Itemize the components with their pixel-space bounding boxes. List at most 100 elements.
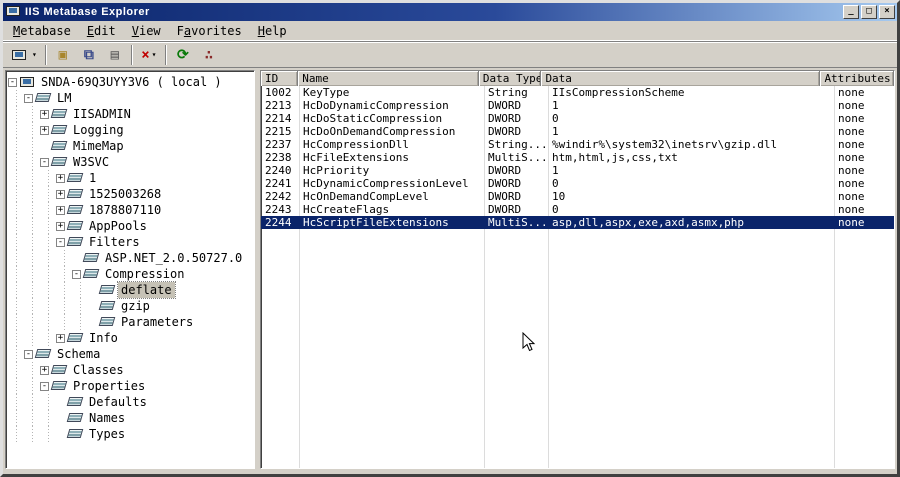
minimize-button[interactable]: _ (843, 5, 859, 19)
tree-indent (24, 250, 40, 266)
cell: 2213 (265, 99, 292, 112)
expand-toggle[interactable]: - (72, 269, 81, 279)
table-row[interactable]: 2241 HcDynamicCompressionLevel DWORD 0 none (261, 177, 894, 190)
table-row[interactable]: 2213 HcDoDynamicCompression DWORD 1 none (261, 99, 894, 112)
table-row[interactable]: 2237 HcCompressionDll String... %windir%\sy… (261, 138, 894, 151)
properties-list-panel: ID Name Data Type Data Attributes 1002 KeyTyp… (260, 70, 895, 469)
close-button[interactable]: × (879, 5, 895, 19)
tree-item[interactable]: + Classes (8, 362, 254, 378)
paste-key-button[interactable]: ▤ (103, 44, 127, 66)
tree-item[interactable]: MimeMap (8, 138, 254, 154)
tree-item[interactable]: - Compression (8, 266, 254, 282)
expand-toggle[interactable]: + (40, 125, 49, 135)
tree-indent (8, 202, 24, 218)
table-row[interactable]: 2214 HcDoStaticCompression DWORD 0 none (261, 112, 894, 125)
cell: HcDoDynamicCompression (303, 99, 449, 112)
tree-item[interactable]: +1525003268 (8, 186, 254, 202)
tree-indent (40, 314, 56, 330)
column-header-name[interactable]: Name (298, 71, 479, 86)
tree-indent (56, 266, 72, 282)
column-header-attributes[interactable]: Attributes (820, 71, 894, 86)
cell: String... (488, 138, 548, 151)
cell: MultiS... (488, 216, 548, 229)
tree-item[interactable]: Types (8, 426, 254, 442)
menu-item-favorites[interactable]: Favorites (169, 21, 250, 40)
tree-item[interactable]: Defaults (8, 394, 254, 410)
tree-item-label: 1 (89, 171, 97, 185)
tree-item[interactable]: + IISADMIN (8, 106, 254, 122)
expand-toggle[interactable]: + (56, 205, 65, 215)
menu-item-view[interactable]: View (124, 21, 169, 40)
table-row[interactable]: 1002 KeyType String IIsCompressionScheme non… (261, 86, 894, 99)
expand-toggle[interactable]: - (56, 237, 65, 247)
column-header-id[interactable]: ID (261, 71, 299, 86)
tree-item[interactable]: +1 (8, 170, 254, 186)
tree-item[interactable]: + Logging (8, 122, 254, 138)
expand-toggle[interactable]: - (8, 77, 17, 87)
table-row[interactable]: 2238 HcFileExtensions MultiS... htm,html,js… (261, 151, 894, 164)
expand-toggle[interactable]: - (40, 157, 49, 167)
cell: 2242 (265, 190, 292, 203)
expand-toggle[interactable]: + (56, 221, 65, 231)
refresh-button[interactable]: ⟳ (171, 44, 195, 66)
cell: HcOnDemandCompLevel (303, 190, 429, 203)
tree-item[interactable]: deflate (8, 281, 254, 299)
table-row[interactable]: 2240 HcPriority DWORD 1 none (261, 164, 894, 177)
cell: 1002 (265, 86, 292, 99)
metabase-key-icon (66, 189, 84, 198)
network-button[interactable]: ∴ (197, 44, 221, 66)
tree-item[interactable]: + Info (8, 330, 254, 346)
menu-item-metabase[interactable]: Metabase (5, 21, 79, 40)
menu-item-edit[interactable]: Edit (79, 21, 124, 40)
expand-toggle[interactable]: + (56, 189, 65, 199)
menu-item-help[interactable]: Help (250, 21, 295, 40)
expand-toggle[interactable]: - (24, 349, 33, 359)
metabase-key-icon (34, 349, 52, 358)
new-key-button[interactable]: ▣ (51, 44, 75, 66)
tree-indent (24, 154, 40, 170)
tree-item[interactable]: Parameters (8, 314, 254, 330)
expand-toggle[interactable]: - (40, 381, 49, 391)
table-row[interactable]: 2244 HcScriptFileExtensions MultiS... asp,d… (261, 216, 894, 229)
tree-item[interactable]: Names (8, 410, 254, 426)
column-header-data[interactable]: Data (541, 71, 821, 86)
cell: none (838, 164, 865, 177)
tree-indent (24, 410, 40, 426)
tree-item[interactable]: - W3SVC (8, 154, 254, 170)
tree-item[interactable]: - Filters (8, 234, 254, 250)
table-row[interactable]: 2243 HcCreateFlags DWORD 0 none (261, 203, 894, 216)
tree-item[interactable]: - LM (8, 90, 254, 106)
delete-button[interactable]: × ▾ (137, 44, 161, 66)
tree-item[interactable]: - SNDA-69Q3UYY3V6 ( local ) (8, 74, 254, 90)
tree-item[interactable]: ASP.NET_2.0.50727.0 (8, 250, 254, 266)
expand-toggle[interactable]: + (56, 173, 65, 183)
tree-item[interactable]: gzip (8, 298, 254, 314)
table-row[interactable]: 2242 HcOnDemandCompLevel DWORD 10 none (261, 190, 894, 203)
titlebar: IIS Metabase Explorer _ □ × (3, 3, 897, 21)
maximize-button[interactable]: □ (861, 5, 877, 19)
tree-item[interactable]: - Schema (8, 346, 254, 362)
expand-toggle[interactable]: + (40, 365, 49, 375)
table-row[interactable]: 2215 HcDoOnDemandCompression DWORD 1 none (261, 125, 894, 138)
tree-indent (24, 186, 40, 202)
new-key-icon: ▣ (58, 46, 68, 63)
delete-icon: × (141, 46, 150, 63)
tree-item[interactable]: + AppPools (8, 218, 254, 234)
column-header-data-type[interactable]: Data Type (479, 71, 542, 86)
expand-toggle[interactable]: - (24, 93, 33, 103)
expand-toggle[interactable]: + (40, 109, 49, 119)
tree-indent (8, 410, 24, 426)
tree-indent (8, 426, 24, 442)
copy-key-button[interactable]: ⧉ (77, 44, 101, 66)
tree-item-label: W3SVC (73, 155, 110, 169)
cell: HcCreateFlags (303, 203, 390, 216)
tree-item-label: MimeMap (73, 139, 124, 153)
metabase-key-icon (98, 285, 116, 294)
tree-indent (72, 314, 88, 330)
expand-toggle[interactable]: + (56, 333, 65, 343)
metabase-key-icon (66, 173, 84, 182)
tree-item[interactable]: - Properties (8, 378, 254, 394)
connect-button[interactable]: ▾ (8, 44, 41, 66)
tree-item[interactable]: +1878807110 (8, 202, 254, 218)
